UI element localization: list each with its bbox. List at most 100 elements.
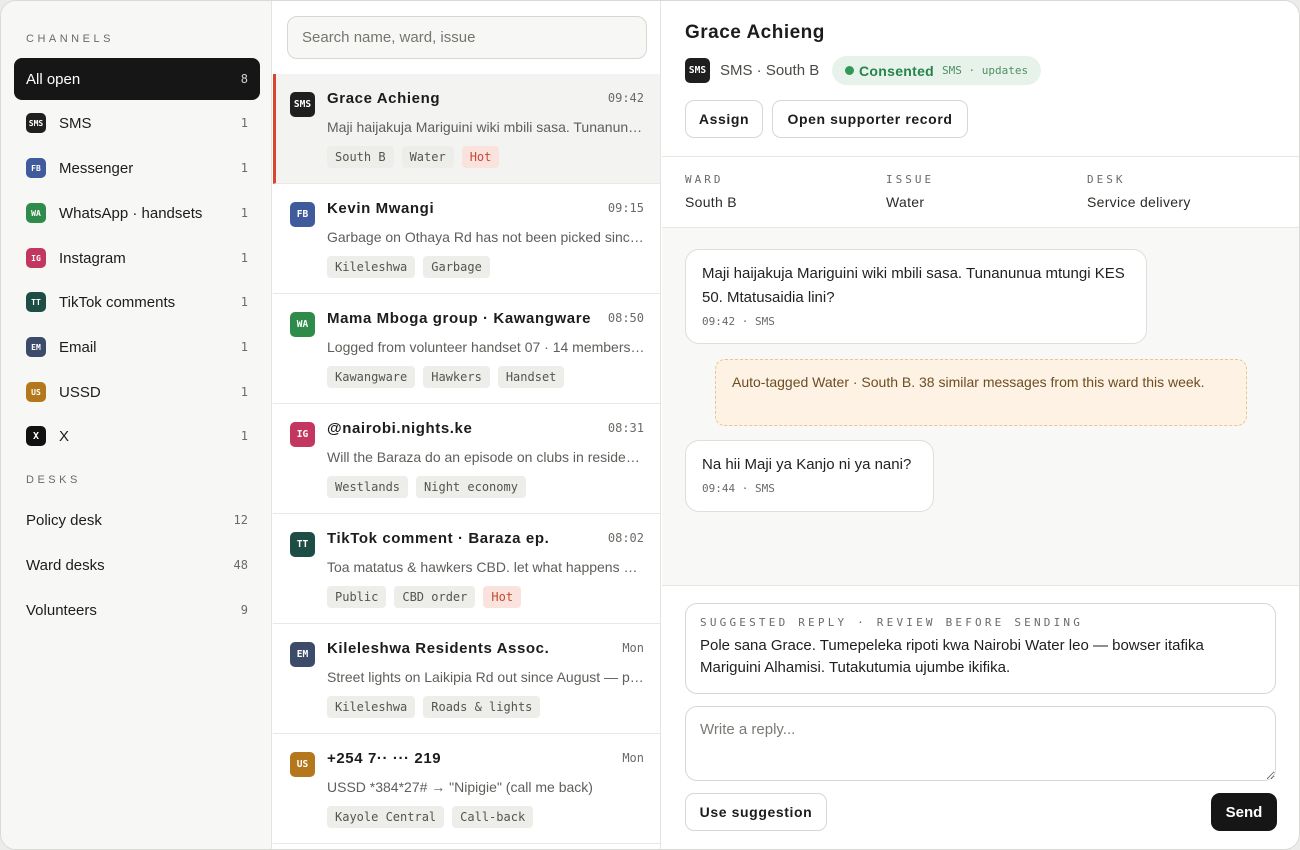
instagram-channel-icon: IG [26,248,46,268]
sms-channel-icon: SMS [290,92,315,117]
divider [662,585,1299,586]
tag: Handset [497,366,565,388]
channel-label: Instagram [59,249,126,267]
whatsapp-channel-icon: WA [290,312,315,337]
channel-label: USSD [59,383,101,401]
reply-input[interactable] [685,706,1276,781]
conversation-detail: Grace Achieng SMS SMS · South B Consente… [662,1,1299,849]
thread-name: Mama Mboga group · Kawangware [327,310,592,327]
hot-tag: Hot [483,586,522,608]
thread-item[interactable]: US +254 7·· ··· 219 Mon USSD *384*27# → … [273,734,660,844]
channel-email[interactable]: EM Email 1 [14,326,260,368]
thread-item[interactable]: FB Kevin Mwangi 09:15 Garbage on Othaya … [273,184,660,294]
thread-name: TikTok comment · Baraza ep. [327,530,550,547]
message-meta: 09:44 · SMS [702,482,775,495]
channel-sms[interactable]: SMS SMS 1 [14,102,260,144]
thread-time: Mon [622,751,644,765]
messenger-channel-icon: FB [290,202,315,227]
thread-tags: Kileleshwa Roads & lights [327,696,541,718]
desk-volunteers[interactable]: Volunteers 9 [14,589,260,631]
thread-item[interactable]: EM Kileleshwa Residents Assoc. Mon Stree… [273,624,660,734]
incoming-message: Na hii Maji ya Kanjo ni ya nani? 09:44 ·… [685,440,934,512]
sidebar: CHANNELS All open 8 SMS SMS 1 FB Messeng… [1,1,272,849]
tag: Kawangware [327,366,416,388]
channel-ussd[interactable]: US USSD 1 [14,371,260,413]
channel-label: WhatsApp · handsets [59,204,203,222]
thread-item[interactable]: SMS Grace Achieng 09:42 Maji haijakuja M… [273,74,660,184]
channel-messenger[interactable]: FB Messenger 1 [14,147,260,189]
thread-name: Grace Achieng [327,90,441,107]
thread-item[interactable]: IG @nairobi.nights.ke 08:31 Will the Bar… [273,404,660,514]
thread-tags: Westlands Night economy [327,476,526,498]
channel-x[interactable]: X X 1 [14,415,260,457]
tag: Hawkers [423,366,490,388]
tag: Kileleshwa [327,256,416,278]
message-text: Na hii Maji ya Kanjo ni ya nani? [702,456,912,473]
meta-key: ISSUE [886,173,935,186]
messenger-channel-icon: FB [26,158,46,178]
meta-key: DESK [1087,173,1126,186]
contact-channel: SMS SMS · South B [685,58,819,83]
channel-instagram[interactable]: IG Instagram 1 [14,237,260,279]
thread-time: 08:02 [607,531,644,545]
desk-policy[interactable]: Policy desk 12 [14,499,260,541]
thread-item[interactable]: WA Mama Mboga group · Kawangware 08:50 L… [273,294,660,404]
thread-tags: Public CBD order Hot [327,586,522,608]
channel-count: 1 [240,161,248,175]
meta-desk: DESK Service delivery [1087,173,1191,210]
channel-label: SMS [59,114,92,132]
desk-label: Volunteers [26,601,97,619]
desks-heading: DESKS [26,474,81,486]
channel-count: 1 [240,385,248,399]
thread-tags: Kawangware Hawkers Handset [327,366,565,388]
tiktok-channel-icon: TT [290,532,315,557]
thread-snippet: Street lights on Laikipia Rd out since A… [327,669,645,685]
tag: Roads & lights [423,696,541,718]
use-suggestion-button[interactable]: Use suggestion [685,793,827,831]
tiktok-channel-icon: TT [26,292,46,312]
meta-key: WARD [685,173,724,186]
channel-all-open[interactable]: All open 8 [14,58,260,100]
thread-snippet: Maji haijakuja Mariguini wiki mbili sasa… [327,119,645,135]
tag: Public [327,586,387,608]
thread-list: SMS Grace Achieng 09:42 Maji haijakuja M… [273,1,661,849]
desk-label: Policy desk [26,511,102,529]
desk-ward[interactable]: Ward desks 48 [14,544,260,586]
channel-count: 8 [240,72,248,86]
tag: Call-back [452,806,534,828]
open-supporter-record-button[interactable]: Open supporter record [772,100,968,138]
channel-tiktok[interactable]: TT TikTok comments 1 [14,281,260,323]
suggested-reply: SUGGESTED REPLY · REVIEW BEFORE SENDING … [685,603,1276,694]
thread-item[interactable]: TT TikTok comment · Baraza ep. 08:02 Toa… [273,514,660,624]
channel-label: X [59,427,70,445]
desk-label: Ward desks [26,556,105,574]
message-text: Maji haijakuja Mariguini wiki mbili sasa… [702,265,1125,306]
consent-meta: SMS · updates [942,64,1029,77]
search-input[interactable] [287,16,647,59]
consent-label: Consented [859,62,935,79]
desk-count: 48 [233,558,248,572]
thread-snippet: Will the Baraza do an episode on clubs i… [327,449,645,465]
tag: Kileleshwa [327,696,416,718]
divider [662,156,1299,157]
suggested-reply-label: SUGGESTED REPLY · REVIEW BEFORE SENDING [700,616,1084,629]
tag: Night economy [416,476,526,498]
thread-snippet: Logged from volunteer handset 07 · 14 me… [327,339,645,355]
ussd-channel-icon: US [26,382,46,402]
channel-label: TikTok comments [59,293,176,311]
tag: Garbage [423,256,490,278]
channel-label: All open [26,70,81,88]
send-button[interactable]: Send [1211,793,1277,831]
tag: Westlands [327,476,409,498]
assign-button[interactable]: Assign [685,100,763,138]
ussd-channel-icon: US [290,752,315,777]
thread-snippet: Garbage on Othaya Rd has not been picked… [327,229,645,245]
thread-name: @nairobi.nights.ke [327,420,473,437]
channel-whatsapp[interactable]: WA WhatsApp · handsets 1 [14,192,260,234]
desk-count: 12 [233,513,248,527]
thread-time: 09:15 [607,201,644,215]
tag: Kayole Central [327,806,445,828]
thread-tags: South B Water Hot [327,146,500,168]
instagram-channel-icon: IG [290,422,315,447]
contact-name: Grace Achieng [685,22,825,43]
